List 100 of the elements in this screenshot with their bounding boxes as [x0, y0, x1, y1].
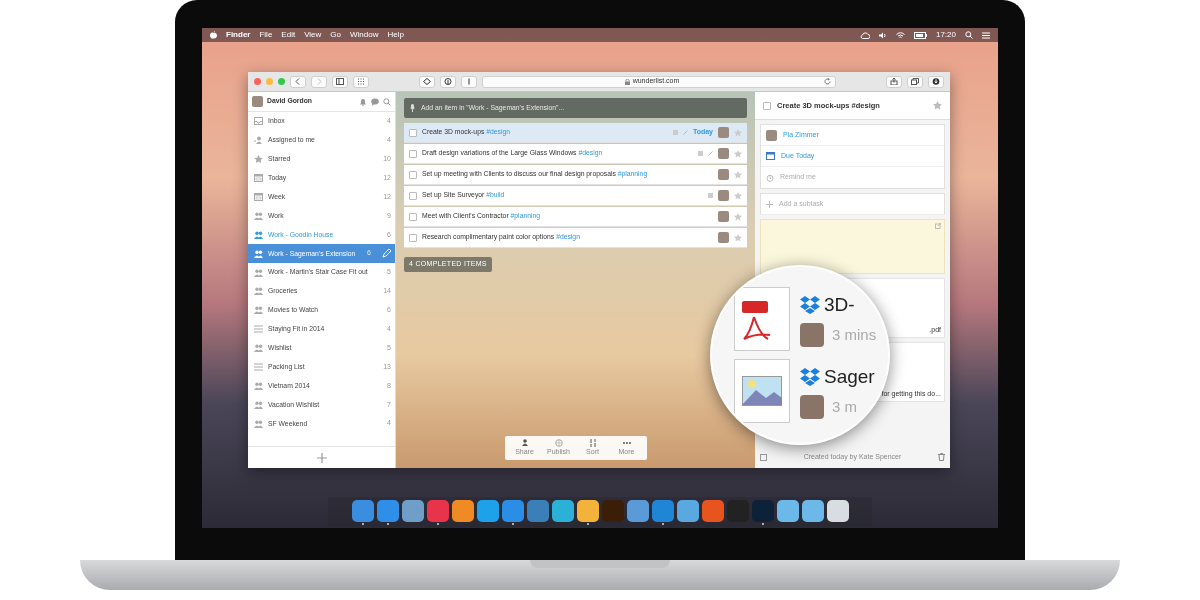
avatar [718, 211, 729, 222]
star-icon[interactable] [734, 170, 742, 179]
checkbox[interactable] [409, 128, 417, 137]
avatar [800, 395, 824, 420]
back-icon[interactable] [294, 78, 302, 85]
inbox-icon [254, 117, 263, 126]
alarm-clock-icon [766, 173, 774, 182]
plus-icon [766, 200, 773, 208]
trash-icon[interactable] [938, 453, 945, 461]
list-icon [254, 363, 263, 371]
sidebar-icon[interactable] [336, 78, 344, 85]
menu-item[interactable]: Edit [281, 29, 296, 41]
download-icon[interactable] [932, 78, 940, 85]
app-icon[interactable] [451, 499, 474, 522]
avatar [766, 129, 777, 141]
file-time: 3 mins [832, 325, 877, 345]
search-icon[interactable] [383, 97, 391, 106]
menu-item[interactable]: Help [387, 29, 404, 41]
cursor-icon[interactable] [465, 78, 473, 85]
bell-icon[interactable] [359, 97, 367, 106]
app-icon[interactable] [826, 499, 849, 522]
dropbox-icon [800, 296, 820, 314]
app-icon[interactable] [376, 499, 399, 522]
checkbox[interactable] [763, 101, 771, 110]
people-icon [254, 211, 263, 220]
volume-icon[interactable] [878, 31, 887, 39]
people-icon [254, 249, 263, 258]
star-icon[interactable] [734, 233, 742, 242]
dropbox-icon [800, 368, 820, 386]
people-icon [254, 381, 263, 390]
star-icon[interactable] [734, 212, 742, 221]
star-icon[interactable] [734, 128, 742, 137]
tabs-icon[interactable] [911, 78, 919, 85]
expand-icon[interactable] [935, 223, 941, 229]
grid-icon[interactable] [357, 78, 365, 85]
calendar-icon [254, 193, 263, 201]
menu-icon[interactable] [982, 31, 990, 39]
checkbox[interactable] [409, 191, 417, 200]
cursor-button[interactable] [461, 75, 477, 88]
app-icon[interactable] [551, 499, 574, 522]
app-icon[interactable] [576, 499, 599, 522]
share-button[interactable] [886, 75, 902, 88]
people-icon [254, 306, 263, 315]
people-icon [254, 344, 263, 353]
pin-button[interactable] [440, 75, 456, 88]
zoom-button[interactable] [278, 78, 285, 85]
tabs-button[interactable] [907, 75, 923, 88]
file-time: 3 m [832, 397, 857, 417]
avatar [718, 169, 729, 180]
globe-icon [554, 438, 563, 447]
app-icon[interactable] [401, 499, 424, 522]
menu-item[interactable]: Finder [226, 29, 251, 41]
microphone-icon [410, 104, 415, 112]
menu-item[interactable]: View [304, 29, 322, 41]
avatar [800, 323, 824, 348]
calendar-icon [254, 174, 263, 183]
sort-icon [588, 438, 597, 447]
checkbox[interactable] [409, 233, 417, 242]
checkbox[interactable] [409, 149, 417, 158]
avatar [718, 232, 729, 243]
menu-item[interactable]: Window [350, 29, 379, 41]
search-icon[interactable] [965, 31, 973, 39]
star-icon[interactable] [734, 149, 742, 158]
calendar-icon [766, 152, 775, 160]
clock: 17:20 [935, 29, 956, 41]
apple-logo-icon [210, 31, 217, 39]
checkbox[interactable] [409, 212, 417, 221]
app-icon[interactable] [801, 499, 824, 522]
file-name: 3D- [824, 292, 855, 317]
star-icon[interactable] [933, 101, 942, 110]
chat-icon[interactable] [371, 97, 379, 106]
image-file-icon [742, 376, 782, 406]
app-icon[interactable] [676, 499, 699, 522]
checkbox[interactable] [409, 170, 417, 179]
battery-icon[interactable] [913, 31, 927, 39]
tag-icon[interactable] [423, 78, 431, 85]
close-button[interactable] [254, 78, 261, 85]
reload-icon[interactable] [824, 78, 831, 85]
share-icon[interactable] [890, 78, 898, 85]
cloud-icon[interactable] [859, 31, 870, 39]
star-icon[interactable] [734, 191, 742, 200]
avatar [718, 148, 729, 159]
plus-icon[interactable] [316, 452, 327, 463]
sidebar-button[interactable] [332, 75, 348, 88]
back-button[interactable] [290, 75, 306, 88]
list-icon [254, 325, 263, 334]
download-button[interactable] [928, 75, 944, 88]
tag-button[interactable] [419, 75, 435, 88]
app-icon[interactable] [626, 499, 649, 522]
add-person-icon [520, 438, 529, 447]
pin-icon[interactable] [444, 78, 452, 85]
menu-item[interactable]: File [259, 29, 273, 41]
app-icon[interactable] [776, 499, 799, 522]
app-icon[interactable] [476, 499, 499, 522]
people-icon [254, 287, 263, 296]
wifi-icon[interactable] [895, 31, 905, 39]
star-icon [254, 155, 263, 164]
pencil-icon[interactable] [382, 249, 391, 259]
menu-item[interactable]: Go [330, 29, 341, 41]
sidebar-toggle-icon[interactable] [760, 453, 767, 461]
